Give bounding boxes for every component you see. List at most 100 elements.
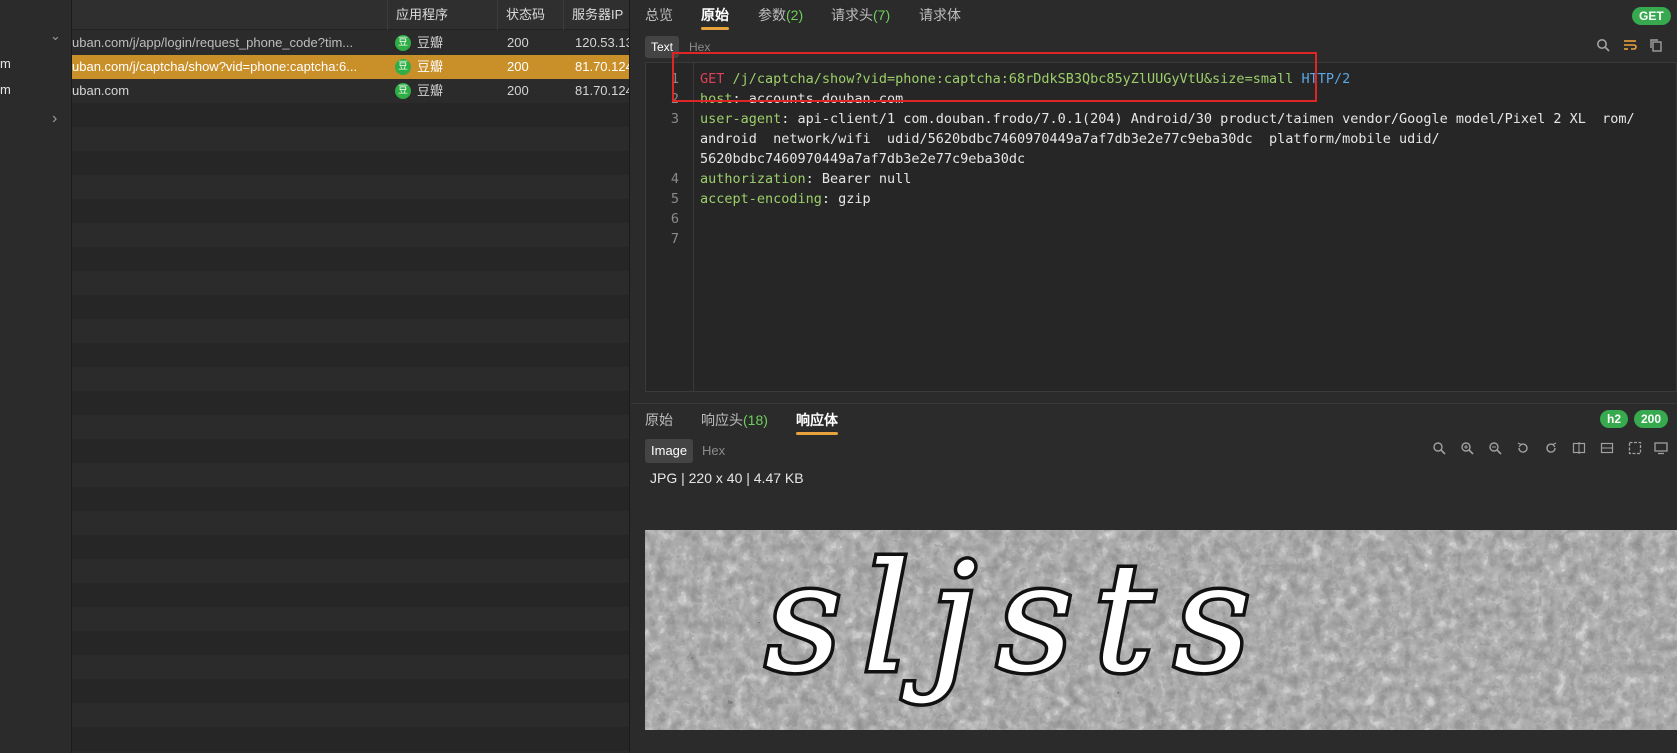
row-app-name: 豆瓣	[417, 83, 444, 98]
empty-row	[72, 487, 629, 511]
rotate-left-icon[interactable]	[1514, 441, 1532, 459]
row-app: 豆豆瓣	[395, 31, 495, 55]
subtab-image[interactable]: Image	[645, 439, 694, 463]
row-app-name: 豆瓣	[417, 59, 444, 74]
row-status: 200	[507, 35, 529, 50]
row-ip: 81.70.124	[575, 83, 630, 98]
subtab-text[interactable]: Text	[645, 36, 680, 58]
zoom-out-icon[interactable]	[1486, 441, 1504, 459]
subtab-hex[interactable]: Hex	[683, 36, 716, 58]
detail-pane: 总览 原始 参数(2) 请求头(7) 请求体 GET Text Hex 1 2 …	[631, 0, 1677, 753]
column-header-ip[interactable]: 服务器IP	[563, 0, 629, 30]
douban-icon: 豆	[395, 82, 411, 99]
empty-row	[72, 607, 629, 631]
line-number: 6	[670, 211, 679, 227]
tab-params[interactable]: 参数(2)	[758, 0, 803, 30]
rotate-right-icon[interactable]	[1542, 441, 1560, 459]
raw-request-editor[interactable]: 1 2 3 4 5 6 7 GET /j/captcha/show?vid=ph…	[645, 62, 1677, 392]
empty-row	[72, 175, 629, 199]
chevron-right-icon[interactable]: ›	[52, 110, 57, 128]
empty-row	[72, 631, 629, 655]
empty-row	[72, 367, 629, 391]
wrap-icon[interactable]	[1621, 38, 1639, 56]
row-status: 200	[507, 59, 529, 74]
empty-row	[72, 415, 629, 439]
empty-row	[72, 727, 629, 751]
tab-raw[interactable]: 原始	[701, 0, 729, 30]
image-info: JPG | 220 x 40 | 4.47 KB	[650, 470, 804, 486]
search-icon[interactable]	[1594, 38, 1612, 56]
empty-row	[72, 559, 629, 583]
flip-horizontal-icon[interactable]	[1570, 441, 1588, 459]
preview-icon[interactable]	[1652, 441, 1670, 459]
row-status: 200	[507, 83, 529, 98]
douban-icon: 豆	[395, 34, 411, 51]
header-user-agent-cont: 5620bdbc7460970449a7af7db3e2e77c9eba30dc	[700, 151, 1026, 167]
table-row[interactable]: uban.com 豆豆瓣 200 81.70.124	[72, 79, 630, 103]
header-host: host: accounts.douban.com	[700, 91, 904, 107]
empty-row	[72, 199, 629, 223]
fit-icon[interactable]	[1626, 441, 1644, 459]
sidebar: ⌄ m m ›	[0, 0, 72, 753]
tab-request-body[interactable]: 请求体	[919, 0, 961, 30]
status-badge: 200	[1634, 410, 1669, 428]
tab-response-headers[interactable]: 响应头(18)	[701, 405, 768, 435]
flip-vertical-icon[interactable]	[1598, 441, 1616, 459]
header-user-agent-cont: android network/wifi udid/5620bdbc746097…	[700, 131, 1440, 147]
copy-icon[interactable]	[1647, 38, 1665, 56]
tab-response-raw[interactable]: 原始	[645, 405, 673, 435]
column-header-status[interactable]: 状态码	[497, 0, 563, 30]
sidebar-item-fragment[interactable]: m	[0, 82, 11, 97]
captcha-image: sljsts	[645, 530, 1677, 730]
line-gutter: 1 2 3 4 5 6 7	[646, 63, 694, 391]
empty-row	[72, 343, 629, 367]
row-app-name: 豆瓣	[417, 35, 444, 50]
tab-overview[interactable]: 总览	[645, 0, 673, 30]
empty-row	[72, 439, 629, 463]
row-app: 豆豆瓣	[395, 55, 495, 79]
tab-request-headers[interactable]: 请求头(7)	[831, 0, 890, 30]
tab-response-body[interactable]: 响应体	[796, 405, 838, 435]
pane-splitter[interactable]	[631, 403, 1677, 404]
header-authorization: authorization: Bearer null	[700, 171, 912, 187]
empty-row	[72, 655, 629, 679]
empty-row	[72, 319, 629, 343]
row-url: uban.com	[72, 83, 130, 98]
line-number: 2	[670, 91, 679, 107]
line-number: 1	[670, 71, 679, 87]
empty-row	[72, 295, 629, 319]
table-row-selected[interactable]: uban.com/j/captcha/show?vid=phone:captch…	[72, 55, 630, 79]
zoom-reset-icon[interactable]	[1430, 441, 1448, 459]
empty-row	[72, 271, 629, 295]
empty-row	[72, 703, 629, 727]
column-header-app[interactable]: 应用程序	[387, 0, 497, 30]
response-tabs: 原始 响应头(18) 响应体 h2 200	[631, 405, 1677, 435]
line-number: 7	[670, 231, 679, 247]
row-ip: 81.70.124	[575, 59, 630, 74]
subtab-hex[interactable]: Hex	[696, 439, 731, 463]
list-header: 应用程序 状态码 服务器IP	[72, 0, 629, 30]
empty-row	[72, 391, 629, 415]
empty-row	[72, 583, 629, 607]
line-number: 4	[670, 171, 679, 187]
row-url: uban.com/j/captcha/show?vid=phone:captch…	[72, 59, 358, 74]
captcha-text: sljsts	[765, 532, 1271, 706]
request-list: 应用程序 状态码 服务器IP uban.com/j/app/login/requ…	[72, 0, 630, 753]
empty-row	[72, 535, 629, 559]
empty-row	[72, 511, 629, 535]
empty-row	[72, 223, 629, 247]
empty-row	[72, 463, 629, 487]
chevron-down-icon[interactable]: ⌄	[50, 28, 61, 44]
line-number: 3	[670, 111, 679, 127]
empty-row	[72, 247, 629, 271]
row-app: 豆豆瓣	[395, 79, 495, 103]
protocol-badge: h2	[1600, 410, 1629, 428]
sidebar-item-fragment[interactable]: m	[0, 56, 11, 71]
zoom-in-icon[interactable]	[1458, 441, 1476, 459]
request-tabs: 总览 原始 参数(2) 请求头(7) 请求体 GET	[631, 0, 1677, 30]
row-ip: 120.53.13	[575, 35, 630, 50]
empty-row	[72, 151, 629, 175]
column-header-url[interactable]	[72, 0, 387, 30]
row-url: uban.com/j/app/login/request_phone_code?…	[72, 35, 354, 50]
table-row[interactable]: uban.com/j/app/login/request_phone_code?…	[72, 31, 630, 55]
